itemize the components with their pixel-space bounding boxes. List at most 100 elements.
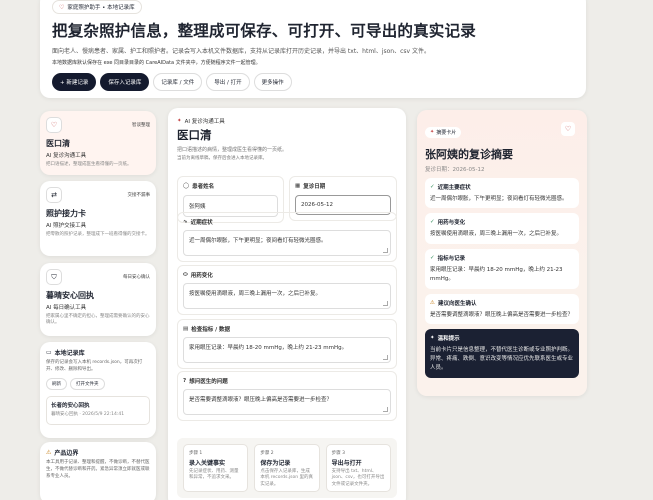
nav-subtitle: AI 每日确认工具 [46,305,87,311]
step-title: 保存为记录 [260,460,291,467]
nav-card-yikouqing[interactable]: ♡ 智谈整理 医口清 AI 复诊沟通工具 把口语描述，整理成医生看得懂的一页纸。 [40,111,156,175]
step-description: 先记录症状、用药、测量和异常，不追求文采。 [189,469,239,481]
step-card: 步骤 1 录入关键事实 先记录症状、用药、测量和异常，不追求文采。 [183,444,249,492]
save-record-button[interactable]: 保存入记录库 [100,73,150,91]
record-item-title: 长者的安心回执 [51,402,90,409]
hero-title: 把复杂照护信息，整理成可保存、可打开、可导出的真实记录 [52,22,476,40]
check-icon: ✓ [430,183,435,190]
step-number: 步骤 3 [331,451,345,456]
tip-title: 温和提示 [437,336,460,343]
section-title: 用药与变化 [437,220,466,227]
clipboard-icon: ▤ [183,326,189,332]
section-value: 家用眼压记录：早晨约 18-20 mmHg，晚上约 21-23 mmHg。 [430,267,563,282]
questions-textarea[interactable]: 是否需要调整滴眼液？眼压晚上偏高是否需要进一步检查？ [183,389,391,415]
step-card: 步骤 2 保存为记录 点击保存入记录库，生成本机 records.json 里的… [254,444,320,492]
form-title: 医口清 [177,128,212,142]
summary-tag: ✦ 摘要卡片 [425,126,462,138]
nav-card-care-handoff[interactable]: ⇄ 交接不漏事 照护接力卡 AI 照护交接工具 把零散的照护记录，整理成下一班看… [40,181,156,256]
hero-description: 面向老人、慢病患者、家属、护工和照护者。记录会写入本机文件数据库，支持从记录库打… [52,48,430,55]
user-icon: ◯ [183,183,190,189]
hero-card: ♡ 家庭照护助手 • 本地记录库 把复杂照护信息，整理成可保存、可打开、可导出的… [40,0,586,98]
app-badge-label: 家庭照护助手 • 本地记录库 [67,5,135,11]
nav-subtitle: AI 复诊沟通工具 [46,153,87,159]
local-records-title: 本地记录库 [54,350,85,357]
hero-toolbar: + 新建记录 保存入记录库 记录库 / 文件 导出 / 打开 更多操作 [52,73,574,91]
local-records-panel: ▭ 本地记录库 保存的记录会写入本机 records.json，可再次打开、修改、… [40,342,156,438]
patient-label: 患者姓名 [192,184,215,190]
step-number: 步骤 2 [260,451,274,456]
med-label: 用药变化 [190,273,213,279]
product-boundary-panel: ⚠ 产品边界 本工具用于记录、整理和提醒，不做诊断，不替代医生，不做代替诊断和开药… [40,442,156,500]
check-icon: ✓ [430,255,435,262]
nav-tag: 交接不漏事 [127,193,151,198]
boundary-title: 产品边界 [54,450,79,457]
section-title: 指标与记录 [437,256,466,263]
heart-icon: ♡ [561,122,575,136]
form-draft-note: 当前为离线草稿，保存后会进入本地记录库。 [177,156,267,161]
medication-field: ⬭ 用药变化 按医嘱使用滴眼液，周三晚上漏用一次，之后已补复。 [177,265,397,315]
heart-icon: ♡ [59,3,65,11]
date-label: 复诊日期 [303,184,326,190]
section-title: 建议向医生确认 [437,300,477,307]
symptoms-field: ∿ 近期症状 近一周偶尔眼胀，下午更明显；夜间看灯有轻微光圈感。 [177,212,397,262]
tip-value: 当前卡片只是信息整理，不替代医生诊断或专业照护判断。异常、疼痛、跌倒、意识改变等… [430,347,574,372]
app-badge: ♡ 家庭照护助手 • 本地记录库 [52,0,142,14]
step-title: 导出与打开 [331,460,362,467]
form-description: 把口语描述的病情，整理成医生看得懂的一页纸。 [177,147,288,153]
sparkle-icon: ✦ [177,118,182,124]
heart-icon: ♡ [46,117,62,133]
step-description: 点击保存入记录库，生成本机 records.json 里的真实记录。 [260,469,314,487]
step-card: 步骤 3 导出与打开 支持导出 txt、html、json、csv，也可打开导出… [325,444,391,492]
nav-description: 把家属心里不确定的担心，整理成需要确认的的安心确认。 [46,314,150,326]
symptom-label: 近期症状 [190,220,213,226]
medication-textarea[interactable]: 按医嘱使用滴眼液，周三晚上漏用一次，之后已补复。 [183,283,391,309]
summary-title: 张阿姨的复诊摘要 [425,147,513,161]
calendar-icon: ▦ [295,183,301,189]
summary-section: ⚠ 建议向医生确认 是否需要调整滴眼液？眼压晚上偏高是否需要进一步检查？ [425,293,579,325]
records-files-button[interactable]: 记录库 / 文件 [153,73,203,91]
form-card: ✦ AI 复诊沟通工具 医口清 把口语描述的病情，整理成医生看得懂的一页纸。 当前… [168,108,406,500]
summary-section: ✓ 用药与变化 按医嘱使用滴眼液，周三晚上漏用一次，之后已补复。 [425,213,579,245]
warning-icon: ⚠ [46,449,52,456]
refresh-button[interactable]: 刷新 [46,377,67,390]
nav-card-peace-receipt[interactable]: ⛉ 每日安心确认 暮晴安心回执 AI 每日确认工具 把家属心里不确定的担心，整理… [40,263,156,336]
form-kicker: AI 复诊沟通工具 [184,119,225,125]
symptoms-textarea[interactable]: 近一周偶尔眼胀，下午更明显；夜间看灯有轻微光圈感。 [183,230,391,256]
nav-tag: 每日安心确认 [123,275,150,280]
metrics-field: ▤ 检查指标 / 数据 家用眼压记录：早晨约 18-20 mmHg，晚上约 21-… [177,319,397,369]
hero-storage-note: 本地数据库默认保存在 exe 同目录目录的 CareAIData 文件夹中，方便… [52,60,261,66]
summary-section: ✓ 近期主要症状 近一周偶尔眼胀，下午更明显；夜间看灯有轻微光圈感。 [425,177,579,209]
section-value: 近一周偶尔眼胀，下午更明显；夜间看灯有轻微光圈感。 [430,195,568,202]
question-label: 想问医生的问题 [189,379,228,385]
step-description: 支持导出 txt、html、json、csv，也可打开导出文件或记录文件夹。 [331,469,385,487]
steps-panel: 步骤 1 录入关键事实 先记录症状、用药、测量和异常，不追求文采。 步骤 2 保… [177,438,397,498]
warning-icon: ⚠ [430,299,435,306]
question-icon: ? [183,378,187,384]
sync-icon: ⇄ [46,187,62,203]
shield-icon: ⛉ [46,269,62,285]
sparkle-icon: ✦ [430,129,435,135]
record-item[interactable]: 长者的安心回执 暮晴安心回执 · 2026/5/9 22:14:41 [46,395,150,425]
pulse-icon: ∿ [183,219,188,225]
check-icon: ✓ [430,219,435,226]
open-folder-button[interactable]: 打开文件夹 [70,377,105,390]
metrics-textarea[interactable]: 家用眼压记录：早晨约 18-20 mmHg，晚上约 21-23 mmHg。 [183,337,391,363]
export-open-button[interactable]: 导出 / 打开 [206,73,250,91]
summary-card: ✦ 摘要卡片 ♡ 张阿姨的复诊摘要 复诊日期：2026-05-12 ✓ 近期主要症状… [417,110,587,396]
boundary-description: 本工具用于记录、整理和提醒，不做诊断，不替代医生，不做代替诊断和开药。紧急异常须… [46,460,150,479]
nav-title: 照护接力卡 [46,209,86,218]
more-actions-button[interactable]: 更多操作 [253,73,292,91]
nav-tag: 智谈整理 [132,123,150,128]
section-value: 是否需要调整滴眼液？眼压晚上偏高是否需要进一步检查？ [430,311,574,318]
nav-title: 医口清 [46,139,70,148]
record-item-date: 暮晴安心回执 · 2026/5/9 22:14:41 [51,411,125,417]
step-number: 步骤 1 [189,451,203,456]
summary-date: 复诊日期：2026-05-12 [425,166,485,173]
pill-icon: ⬭ [183,271,188,278]
new-record-button[interactable]: + 新建记录 [52,73,97,91]
sparkle-icon: ✦ [430,335,435,342]
summary-section: ✓ 指标与记录 家用眼压记录：早晨约 18-20 mmHg，晚上约 21-23 m… [425,249,579,289]
nav-description: 把口语描述，整理成医生看得懂的一页纸。 [46,162,132,167]
nav-subtitle: AI 照护交接工具 [46,223,87,229]
gentle-tip-box: ✦ 温和提示 当前卡片只是信息整理，不替代医生诊断或专业照护判断。异常、疼痛、跌倒… [425,329,579,378]
